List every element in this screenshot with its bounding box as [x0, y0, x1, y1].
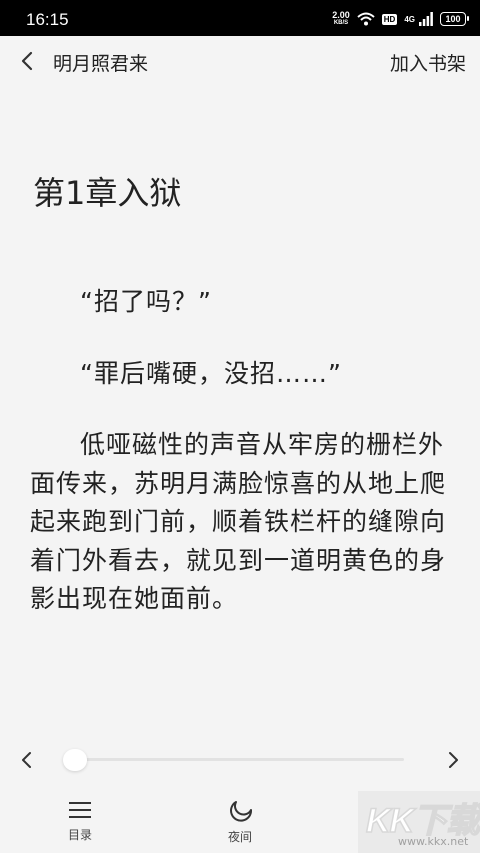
toc-label: 目录	[67, 828, 92, 842]
battery-icon: 100	[440, 12, 469, 26]
hd-badge: HD	[381, 13, 398, 25]
progress-slider-thumb[interactable]	[62, 749, 87, 771]
signal-icon	[419, 12, 433, 26]
chapter-title: 第1章入狱	[33, 174, 182, 212]
chevron-left-icon	[22, 752, 31, 768]
night-mode-button[interactable]: 夜间	[210, 800, 270, 845]
watermark: KK下载 www.kkx.net	[358, 791, 480, 853]
prev-chapter-button[interactable]	[14, 748, 38, 772]
reader-header: 明月照君来 加入书架	[0, 36, 480, 86]
network-type: 4G	[404, 14, 415, 24]
chapter-progress	[0, 742, 480, 778]
chevron-left-icon	[21, 51, 33, 71]
menu-icon	[69, 802, 91, 818]
progress-slider-track[interactable]	[68, 758, 404, 761]
toc-button[interactable]: 目录	[50, 800, 110, 843]
network-speed-unit: KB/S	[333, 20, 349, 26]
chapter-content: “招了吗？” “罪后嘴硬，没招……” 低哑磁性的声音从牢房的栅栏外面传来，苏明月…	[30, 283, 454, 652]
paragraph: “罪后嘴硬，没招……”	[80, 358, 342, 388]
status-bar: 16:15 2.00 KB/S HD 4G 100	[0, 0, 480, 36]
status-time: 16:15	[26, 10, 69, 29]
watermark-url: www.kkx.net	[398, 835, 469, 848]
add-to-shelf-button[interactable]: 加入书架	[390, 49, 466, 76]
back-button[interactable]	[14, 48, 40, 74]
moon-icon	[230, 801, 253, 822]
chevron-right-icon	[449, 752, 458, 768]
book-title: 明月照君来	[53, 53, 149, 75]
night-label: 夜间	[227, 830, 252, 844]
paragraph: 低哑磁性的声音从牢房的栅栏外面传来，苏明月满脸惊喜的从地上爬起来跑到门前，顺着铁…	[30, 430, 447, 613]
wifi-icon	[357, 12, 375, 26]
paragraph: “招了吗？”	[80, 287, 212, 316]
status-icons: 2.00 KB/S HD 4G 100	[332, 10, 469, 28]
network-speed-value: 2.00	[332, 10, 350, 20]
network-speed: 2.00 KB/S	[332, 11, 350, 27]
next-chapter-button[interactable]	[442, 748, 466, 772]
battery-level: 100	[445, 14, 461, 24]
